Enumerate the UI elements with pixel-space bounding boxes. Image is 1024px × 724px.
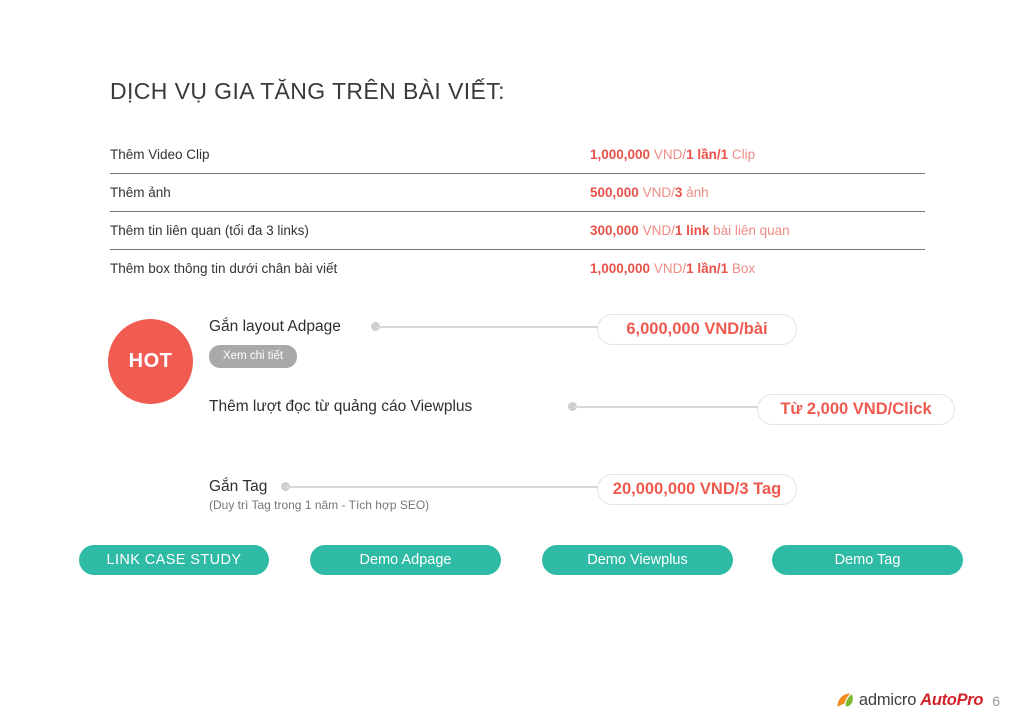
page-number: 6 [992, 692, 1000, 709]
connector-line [376, 326, 599, 328]
feature-subtitle: (Duy trì Tag trong 1 năm - Tích hợp SEO) [209, 498, 430, 512]
slide-canvas: DỊCH VỤ GIA TĂNG TRÊN BÀI VIẾT: Thêm Vid… [0, 0, 1024, 724]
xem-chi-tiet-button[interactable]: Xem chi tiết [209, 345, 298, 368]
connector-line [573, 406, 760, 408]
table-row-label: Thêm ảnh [110, 185, 171, 200]
admicro-autopro-logo: admicro AutoPro [836, 691, 984, 710]
table-row: Thêm box thông tin dưới chân bài viết 1,… [110, 250, 925, 287]
table-row-label: Thêm box thông tin dưới chân bài viết [110, 261, 338, 276]
demo-viewplus-button[interactable]: Demo Viewplus [542, 545, 733, 575]
feature-title: Thêm lượt đọc từ quảng cáo Viewplus [209, 398, 473, 415]
logo-autopro-text: AutoPro [920, 691, 984, 709]
feature-adpage: Gắn layout Adpage Xem chi tiết [209, 318, 341, 368]
table-row-label: Thêm Video Clip [110, 147, 210, 162]
price-suffix: ảnh [682, 185, 709, 200]
feature-title: Gắn layout Adpage [209, 318, 341, 335]
price-suffix: bài liên quan [709, 223, 790, 238]
price-bubble-tag: 20,000,000 VND/3 Tag [597, 474, 797, 505]
table-row: Thêm ảnh 500,000 VND/3 ảnh [110, 174, 925, 212]
demo-tag-button[interactable]: Demo Tag [772, 545, 963, 575]
table-row: Thêm Video Clip 1,000,000 VND/1 lần/1 Cl… [110, 136, 925, 174]
connector-viewplus [568, 402, 760, 412]
price-amount: 500,000 [590, 185, 639, 200]
table-row-price: 1,000,000 VND/1 lần/1 Clip [590, 147, 755, 162]
leaf-icon [837, 693, 853, 707]
link-case-study-button[interactable]: LINK CASE STUDY [79, 545, 269, 575]
page-title: DỊCH VỤ GIA TĂNG TRÊN BÀI VIẾT: [110, 78, 505, 104]
table-row-label: Thêm tin liên quan (tối đa 3 links) [110, 223, 309, 238]
connector-line [286, 486, 599, 488]
footer: admicro AutoPro 6 [836, 691, 1000, 710]
feature-viewplus: Thêm lượt đọc từ quảng cáo Viewplus [209, 398, 472, 416]
price-suffix: Box [728, 261, 756, 276]
price-amount: 1,000,000 [590, 147, 651, 162]
price-qty: 1 lần/1 [686, 147, 729, 162]
connector-adpage [371, 322, 599, 332]
logo-admicro-text: admicro [858, 691, 917, 709]
price-suffix: Clip [728, 147, 756, 162]
price-unit: VND/ [650, 261, 687, 276]
table-row-price: 500,000 VND/3 ảnh [590, 185, 709, 200]
price-unit: VND/ [650, 147, 687, 162]
hot-badge: HOT [108, 319, 193, 404]
price-amount: 300,000 [590, 223, 639, 238]
price-qty: 1 link [674, 223, 710, 238]
table-row-price: 1,000,000 VND/1 lần/1 Box [590, 261, 755, 276]
connector-tag [281, 482, 599, 492]
price-amount: 1,000,000 [590, 261, 651, 276]
demo-adpage-button[interactable]: Demo Adpage [310, 545, 501, 575]
price-unit: VND/ [638, 185, 675, 200]
price-table: Thêm Video Clip 1,000,000 VND/1 lần/1 Cl… [110, 136, 925, 287]
price-bubble-adpage: 6,000,000 VND/bài [597, 314, 797, 345]
price-unit: VND/ [638, 223, 675, 238]
price-bubble-viewplus: Từ 2,000 VND/Click [757, 394, 955, 425]
price-qty: 1 lần/1 [686, 261, 729, 276]
hot-badge-label: HOT [128, 350, 173, 372]
table-row: Thêm tin liên quan (tối đa 3 links) 300,… [110, 212, 925, 250]
table-row-price: 300,000 VND/1 link bài liên quan [590, 223, 790, 238]
